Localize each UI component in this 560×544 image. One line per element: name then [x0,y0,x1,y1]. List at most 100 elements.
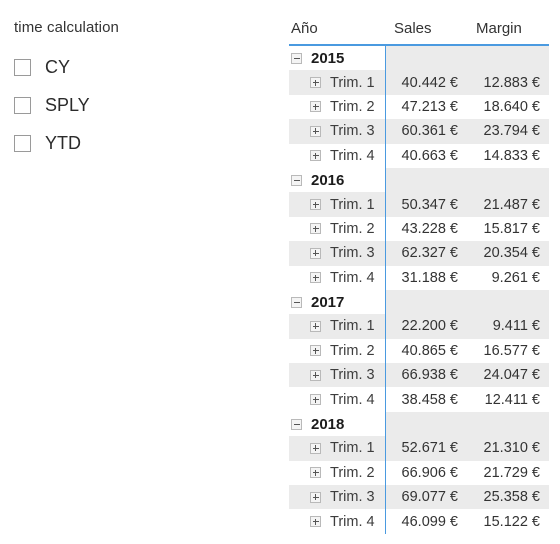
plus-box-icon[interactable] [310,467,321,479]
plus-box-icon[interactable] [310,150,321,162]
matrix-quarter-row[interactable]: Trim. 2 47.213 € 18.640 € [289,94,549,120]
matrix-quarter-row[interactable]: Trim. 1 40.442 € 12.883 € [289,70,549,95]
matrix-cell-sales: 50.347 € [385,192,467,217]
matrix-quarter-row[interactable]: Trim. 2 40.865 € 16.577 € [289,338,549,364]
matrix-cell-sales: 62.327 € [385,241,467,266]
sales-value: 62.327 € [401,245,458,262]
plus-box-icon[interactable] [310,247,321,259]
plus-box-icon[interactable] [310,199,321,211]
matrix-cell-margin: 21.487 € [467,192,549,217]
matrix-cell-ano[interactable]: Trim. 3 [289,241,386,266]
column-header-ano[interactable]: Año [289,0,385,46]
matrix-cell-ano[interactable]: Trim. 1 [289,314,386,339]
plus-box-icon[interactable] [310,125,321,137]
matrix-year-row[interactable]: 2016 [289,167,549,193]
matrix-cell-ano[interactable]: Trim. 4 [289,387,386,412]
column-header-sales[interactable]: Sales [385,0,467,46]
matrix-cell-margin [467,289,549,315]
minus-box-icon[interactable] [291,174,302,186]
margin-value: 21.729 € [483,464,540,481]
column-header-ano-label: Año [291,20,318,37]
matrix-body: 2015 Trim. 1 40.442 € 12.883 € Trim. 2 47.213… [289,45,549,534]
matrix-cell-ano[interactable]: Trim. 2 [289,216,386,242]
plus-box-icon[interactable] [310,369,321,381]
slicer-item-ytd[interactable]: YTD [14,124,264,162]
minus-box-icon[interactable] [291,418,302,430]
margin-value: 14.833 € [483,147,540,164]
matrix-quarter-row[interactable]: Trim. 1 52.671 € 21.310 € [289,436,549,461]
matrix-cell-ano[interactable]: Trim. 2 [289,94,386,120]
plus-box-icon[interactable] [310,272,321,284]
matrix-year-row[interactable]: 2018 [289,411,549,437]
matrix-quarter-row[interactable]: Trim. 1 50.347 € 21.487 € [289,192,549,217]
matrix-visual[interactable]: Año Sales Margin 2015 Trim. 1 40.442 € 12.8… [289,0,549,544]
sales-value: 66.906 € [401,464,458,481]
matrix-year-row[interactable]: 2015 [289,45,549,71]
matrix-quarter-row[interactable]: Trim. 3 69.077 € 25.358 € [289,485,549,510]
slicer-item-sply[interactable]: SPLY [14,86,264,124]
checkbox-icon[interactable] [14,96,31,114]
matrix-quarter-row[interactable]: Trim. 3 60.361 € 23.794 € [289,119,549,144]
matrix-quarter-row[interactable]: Trim. 3 66.938 € 24.047 € [289,363,549,388]
matrix-cell-ano[interactable]: Trim. 2 [289,338,386,364]
year-label: 2016 [311,171,345,189]
matrix-quarter-row[interactable]: Trim. 2 66.906 € 21.729 € [289,460,549,486]
matrix-cell-ano[interactable]: Trim. 1 [289,436,386,461]
checkbox-icon[interactable] [14,134,31,152]
matrix-quarter-row[interactable]: Trim. 4 40.663 € 14.833 € [289,143,549,168]
quarter-label: Trim. 1 [330,196,375,213]
matrix-quarter-row[interactable]: Trim. 4 31.188 € 9.261 € [289,265,549,290]
plus-box-icon[interactable] [310,516,321,528]
plus-box-icon[interactable] [310,77,321,89]
matrix-cell-ano[interactable]: 2018 [289,411,386,437]
plus-box-icon[interactable] [310,345,321,357]
sales-value: 40.865 € [401,342,458,359]
margin-value: 21.487 € [483,196,540,213]
plus-box-icon[interactable] [310,101,321,113]
matrix-cell-sales: 40.663 € [385,143,467,168]
matrix-cell-ano[interactable]: Trim. 3 [289,485,386,510]
plus-box-icon[interactable] [310,394,321,406]
plus-box-icon[interactable] [310,223,321,235]
matrix-quarter-row[interactable]: Trim. 4 38.458 € 12.411 € [289,387,549,412]
matrix-cell-ano[interactable]: Trim. 4 [289,265,386,290]
minus-box-icon[interactable] [291,296,302,308]
sales-value: 46.099 € [401,513,458,530]
margin-value: 15.122 € [483,513,540,530]
matrix-cell-ano[interactable]: 2016 [289,167,386,193]
matrix-cell-margin: 9.261 € [467,265,549,290]
matrix-cell-sales [385,45,467,71]
column-header-sales-label: Sales [394,20,432,37]
matrix-cell-ano[interactable]: Trim. 3 [289,363,386,388]
plus-box-icon[interactable] [310,491,321,503]
matrix-cell-ano[interactable]: 2015 [289,45,386,71]
column-header-margin[interactable]: Margin [467,0,549,46]
matrix-cell-ano[interactable]: Trim. 4 [289,143,386,168]
matrix-cell-margin: 21.310 € [467,436,549,461]
matrix-cell-sales: 60.361 € [385,119,467,144]
plus-box-icon[interactable] [310,320,321,332]
margin-value: 9.411 € [492,318,540,335]
matrix-year-row[interactable]: 2017 [289,289,549,315]
matrix-quarter-row[interactable]: Trim. 3 62.327 € 20.354 € [289,241,549,266]
matrix-cell-sales: 38.458 € [385,387,467,412]
matrix-cell-ano[interactable]: Trim. 2 [289,460,386,486]
matrix-cell-ano[interactable]: Trim. 1 [289,70,386,95]
quarter-label: Trim. 4 [330,269,375,286]
matrix-cell-sales: 40.442 € [385,70,467,95]
matrix-cell-ano[interactable]: Trim. 1 [289,192,386,217]
matrix-quarter-row[interactable]: Trim. 4 46.099 € 15.122 € [289,509,549,534]
sales-value: 31.188 € [401,269,458,286]
matrix-cell-sales [385,289,467,315]
slicer-item-cy[interactable]: CY [14,48,264,86]
minus-box-icon[interactable] [291,52,302,64]
matrix-quarter-row[interactable]: Trim. 1 22.200 € 9.411 € [289,314,549,339]
plus-box-icon[interactable] [310,442,321,454]
matrix-cell-ano[interactable]: Trim. 3 [289,119,386,144]
checkbox-icon[interactable] [14,58,31,76]
matrix-quarter-row[interactable]: Trim. 2 43.228 € 15.817 € [289,216,549,242]
matrix-cell-margin: 20.354 € [467,241,549,266]
matrix-cell-ano[interactable]: 2017 [289,289,386,315]
quarter-label: Trim. 3 [330,123,375,140]
matrix-cell-ano[interactable]: Trim. 4 [289,509,386,534]
